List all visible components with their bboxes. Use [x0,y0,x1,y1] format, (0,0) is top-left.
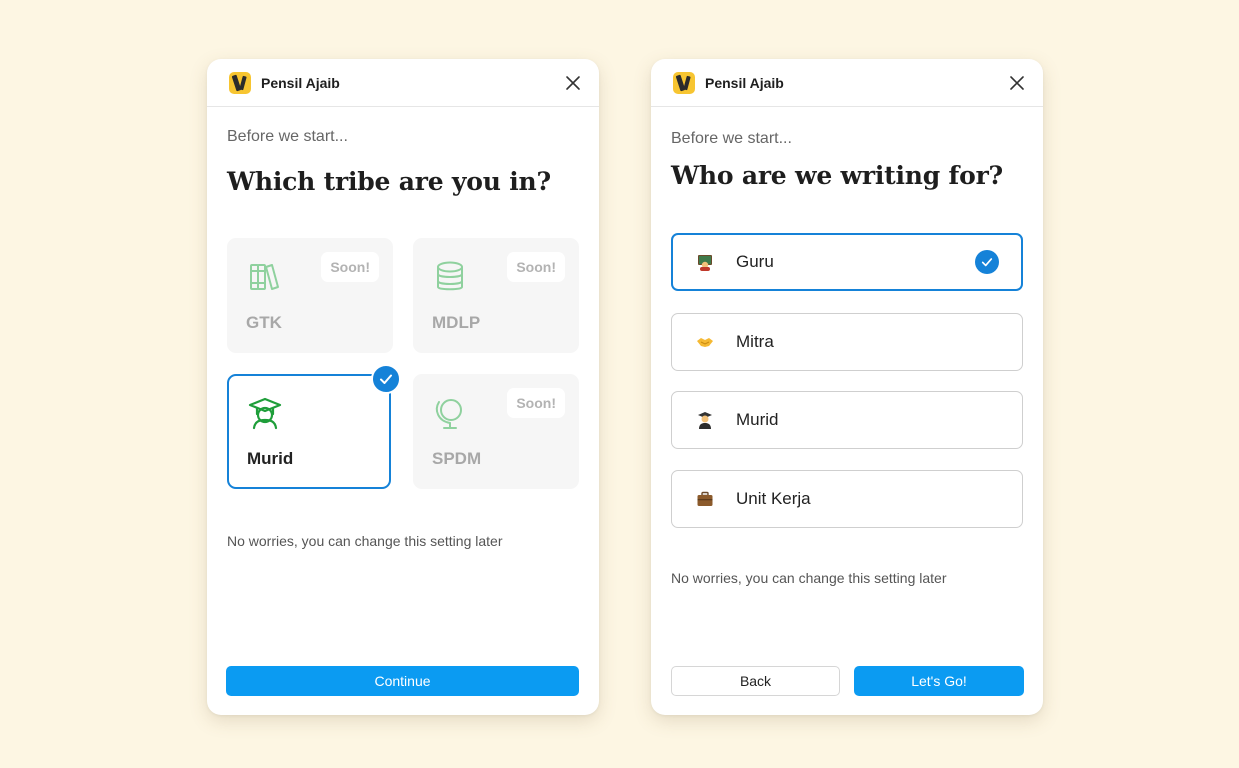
selected-check-icon [975,250,999,274]
graduate-icon [248,397,282,430]
tribe-card-label: GTK [246,313,282,332]
app-title: Pensil Ajaib [261,74,340,91]
dialog-titlebar: Pensil Ajaib [651,59,1043,107]
handshake-emoji-icon [697,338,713,347]
books-icon [250,264,279,290]
settings-note: No worries, you can change this setting … [671,570,947,586]
tribe-card-gtk[interactable]: Soon! GTK [227,238,393,353]
soon-badge: Soon! [507,252,565,282]
database-icon [437,261,463,291]
audience-option-guru[interactable]: Guru [671,233,1023,291]
dialog-titlebar: Pensil Ajaib [207,59,599,107]
briefcase-emoji-icon [697,491,713,506]
close-icon[interactable] [565,75,581,91]
eyebrow-text: Before we start... [671,130,792,147]
page-title: Who are we writing for? [671,161,1003,190]
eyebrow-text: Before we start... [227,128,348,145]
app-logo-icon [673,71,695,94]
soon-badge: Soon! [321,252,379,282]
close-icon[interactable] [1009,75,1025,91]
settings-note: No worries, you can change this setting … [227,533,503,549]
selected-check-icon [371,364,401,394]
audience-option-label: Guru [736,252,774,271]
tribe-card-murid[interactable]: Murid [227,374,391,489]
globe-icon [435,399,462,429]
audience-option-label: Murid [736,410,779,429]
audience-option-murid[interactable]: Murid [671,391,1023,449]
tribe-card-label: Murid [247,449,294,468]
page-title: Which tribe are you in? [227,167,551,196]
soon-badge: Soon! [507,388,565,418]
continue-button[interactable]: Continue [226,666,579,696]
audience-option-mitra[interactable]: Mitra [671,313,1023,371]
tribe-card-spdm[interactable]: Soon! SPDM [413,374,579,489]
tribe-card-mdlp[interactable]: Soon! MDLP [413,238,579,353]
tribe-card-label: SPDM [432,449,482,468]
app-title: Pensil Ajaib [705,74,784,91]
audience-dialog: Pensil Ajaib Before we start... Who are … [651,59,1043,715]
student-emoji-icon [698,412,712,429]
audience-option-label: Mitra [736,332,774,351]
teacher-emoji-icon [698,255,712,271]
audience-option-unit-kerja[interactable]: Unit Kerja [671,470,1023,528]
tribe-dialog: Pensil Ajaib Before we start... Which tr… [207,59,599,715]
back-button[interactable]: Back [671,666,840,696]
audience-option-label: Unit Kerja [736,489,811,508]
tribe-card-label: MDLP [432,313,481,332]
app-logo-icon [229,71,251,94]
lets-go-button[interactable]: Let's Go! [854,666,1024,696]
